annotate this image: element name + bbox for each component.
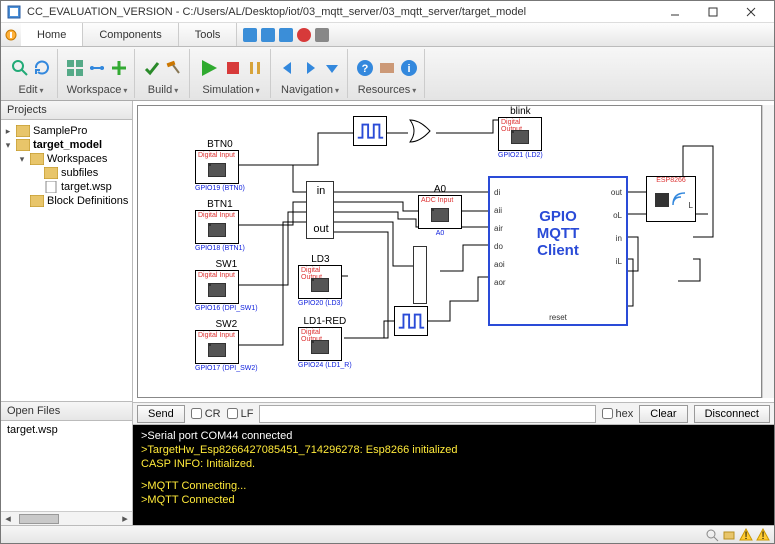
openfiles-list[interactable]: target.wsp [1, 421, 132, 511]
play-icon[interactable] [198, 57, 220, 79]
tab-components[interactable]: Components [83, 23, 178, 46]
ribbon-toolbar: Edit▾ Workspace▾ Build▾ Simulation▾ [1, 47, 774, 101]
disconnect-button[interactable]: Disconnect [694, 405, 770, 423]
block-gpio-mqtt-client[interactable]: GPIO MQTT Client di aii air do aoi aor o… [488, 176, 628, 326]
svg-text:i: i [407, 63, 410, 75]
window-title: CC_EVALUATION_VERSION - C:/Users/AL/Desk… [27, 6, 658, 18]
block-mux[interactable]: in out [306, 181, 334, 239]
svg-text:!: ! [761, 530, 764, 542]
svg-text:!: ! [744, 530, 747, 542]
console-line: CASP INFO: Initialized. [141, 457, 766, 471]
console-output: >Serial port COM44 connected >TargetHw_E… [133, 425, 774, 525]
ribbon-group-simulation: Simulation▾ [192, 49, 271, 98]
nav-right-icon[interactable] [301, 59, 319, 77]
help-icon[interactable]: ? [356, 59, 374, 77]
openfiles-item[interactable]: target.wsp [7, 424, 126, 436]
tree-item-targetwsp[interactable]: target.wsp [3, 180, 130, 194]
projects-panel-header: Projects [1, 101, 132, 120]
quick-access-icon[interactable] [1, 23, 21, 46]
pause-icon[interactable] [246, 59, 264, 77]
ribbon-group-build: Build▾ [137, 49, 190, 98]
block-btn0[interactable]: BTN0 Digital Input GPIO19 (BTN0) [195, 139, 245, 192]
stop-icon[interactable] [315, 28, 329, 42]
maximize-button[interactable] [696, 2, 730, 22]
app-icon [7, 5, 21, 19]
tree-item-blockdefs[interactable]: Block Definitions [3, 194, 130, 208]
ribbon-group-navigation: Navigation▾ [273, 49, 348, 98]
tree-item-samplepro[interactable]: ▸SamplePro [3, 124, 130, 138]
close-button[interactable] [734, 2, 768, 22]
block-ld3[interactable]: LD3 Digital Output GPIO20 (LD3) [298, 254, 343, 307]
openfiles-panel-header: Open Files [1, 402, 132, 421]
undo-icon[interactable] [261, 28, 275, 42]
ribbon-group-workspace: Workspace▾ [60, 49, 135, 98]
check-icon[interactable] [143, 59, 161, 77]
clear-button[interactable]: Clear [639, 405, 687, 423]
projects-tree[interactable]: ▸SamplePro ▾target_model ▾Workspaces sub… [1, 120, 132, 401]
nav-left-icon[interactable] [279, 59, 297, 77]
nav-down-icon[interactable] [323, 59, 341, 77]
block-sw1[interactable]: SW1 Digital Input GPIO16 (DPI_SW1) [195, 259, 258, 312]
svg-text:in: in [317, 185, 326, 197]
cr-checkbox[interactable]: CR [191, 408, 221, 420]
record-icon[interactable] [297, 28, 311, 42]
warning2-icon[interactable]: ! [756, 528, 770, 542]
refresh-icon[interactable] [33, 59, 51, 77]
resource-icon[interactable] [378, 59, 396, 77]
openfiles-scrollbar[interactable]: ◂▸ [1, 511, 132, 525]
block-btn1[interactable]: BTN1 Digital Input GPIO18 (BTN1) [195, 199, 245, 252]
tree-item-subfiles[interactable]: subfiles [3, 166, 130, 180]
redo-icon[interactable] [279, 28, 293, 42]
title-bar: CC_EVALUATION_VERSION - C:/Users/AL/Desk… [1, 1, 774, 23]
warning-icon[interactable]: ! [739, 528, 753, 542]
block-pulse2[interactable] [394, 306, 428, 336]
ribbon-group-resources: ? i Resources▾ [350, 49, 425, 98]
console-line: >MQTT Connecting... [141, 479, 766, 493]
sim-stop-icon[interactable] [224, 59, 242, 77]
console-line: >TargetHw_Esp8266427085451_714296278: Es… [141, 443, 766, 457]
block-pulse[interactable] [353, 116, 387, 146]
block-ld1red[interactable]: LD1-RED Digital Output GPIO24 (LD1_R) [298, 316, 352, 369]
add-cross-icon[interactable] [110, 59, 128, 77]
info-icon[interactable]: i [400, 59, 418, 77]
search-icon[interactable] [11, 59, 29, 77]
send-input[interactable] [259, 405, 595, 423]
minimize-button[interactable] [658, 2, 692, 22]
workspace-grid-icon[interactable] [66, 59, 84, 77]
canvas-vscrollbar[interactable] [762, 105, 774, 398]
menu-bar: Home Components Tools [1, 23, 774, 47]
console-line: >MQTT Connected [141, 493, 766, 507]
hammer-icon[interactable] [165, 59, 183, 77]
tab-home[interactable]: Home [21, 23, 83, 46]
tree-item-target-model[interactable]: ▾target_model [3, 138, 130, 152]
ribbon-group-edit: Edit▾ [5, 49, 58, 98]
block-or-gate[interactable] [408, 116, 438, 146]
quick-toolbar [237, 23, 335, 46]
save-icon[interactable] [243, 28, 257, 42]
hex-checkbox[interactable]: hex [602, 408, 634, 420]
tree-item-workspaces[interactable]: ▾Workspaces [3, 152, 130, 166]
block-sw2[interactable]: SW2 Digital Input GPIO17 (DPI_SW2) [195, 319, 258, 372]
console-line: >Serial port COM44 connected [141, 429, 766, 443]
lf-checkbox[interactable]: LF [227, 408, 254, 420]
zoom-icon[interactable] [705, 528, 719, 542]
send-button[interactable]: Send [137, 405, 185, 423]
connect-icon[interactable] [88, 59, 106, 77]
tab-tools[interactable]: Tools [179, 23, 238, 46]
block-blink[interactable]: blink Digital Output GPIO21 (LD2) [498, 106, 543, 159]
block-esp8266[interactable]: ESP8266 L [646, 176, 696, 222]
layer-icon[interactable] [722, 528, 736, 542]
svg-text:out: out [313, 223, 328, 235]
block-demux[interactable] [413, 246, 427, 304]
console-toolbar: Send CR LF hex Clear Disconnect [133, 403, 774, 425]
block-a0[interactable]: A0 ADC Input A0 [418, 184, 462, 237]
schematic-canvas[interactable]: blink Digital Output GPIO21 (LD2) BTN0 D… [137, 105, 762, 398]
svg-text:?: ? [362, 63, 369, 75]
status-bar: ! ! [1, 525, 774, 543]
